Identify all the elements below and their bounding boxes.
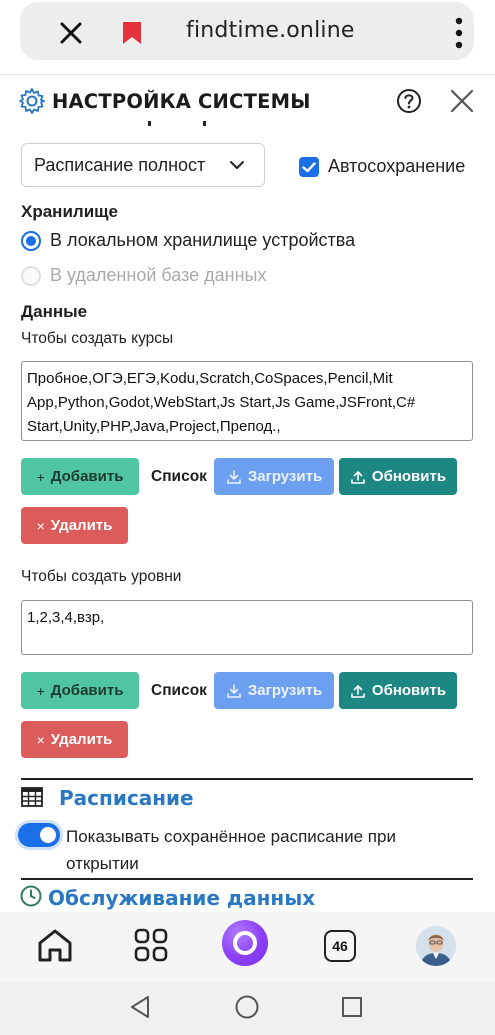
show-saved-toggle[interactable] <box>18 823 60 847</box>
clipped-text-fragment <box>148 121 206 126</box>
autosave-label[interactable]: Автосохранение <box>328 156 465 177</box>
plus-icon: + <box>36 468 45 485</box>
divider <box>21 878 473 880</box>
upload-icon <box>351 684 365 698</box>
data-heading: Данные <box>21 302 88 321</box>
maintenance-heading: Обслуживание данных <box>48 886 316 910</box>
levels-label: Чтобы создать уровни <box>21 568 182 585</box>
course-list-label: Список <box>151 468 207 485</box>
storage-remote-label[interactable]: В удаленной базе данных <box>50 265 266 286</box>
download-icon <box>227 469 241 484</box>
update-level-button[interactable]: Обновить <box>339 672 457 709</box>
delete-level-button[interactable]: × Удалить <box>21 721 128 758</box>
show-saved-label[interactable]: Показывать сохранённое расписание при от… <box>66 823 456 877</box>
divider <box>21 778 473 780</box>
url-text[interactable]: findtime.online <box>186 18 355 43</box>
delete-course-label: Удалить <box>50 517 113 534</box>
schedule-heading: Расписание <box>59 786 194 810</box>
add-course-label: Добавить <box>50 468 124 485</box>
courses-textarea[interactable]: Пробное,ОГЭ,ЕГЭ,Kodu,Scratch,CoSpaces,Pe… <box>21 361 473 441</box>
storage-local-label[interactable]: В локальном хранилище устройства <box>50 230 355 251</box>
load-course-button[interactable]: Загрузить <box>214 458 334 495</box>
upload-icon <box>351 470 365 484</box>
bookmark-icon[interactable] <box>120 20 144 46</box>
system-nav-bar <box>0 982 495 1035</box>
avatar[interactable] <box>416 926 456 966</box>
close-panel-icon[interactable] <box>448 87 476 115</box>
storage-local-radio[interactable] <box>21 231 41 251</box>
back-icon[interactable] <box>128 994 152 1020</box>
level-list-label: Список <box>151 682 207 699</box>
voice-assistant-icon[interactable] <box>222 920 268 966</box>
x-icon: × <box>36 517 45 534</box>
help-icon[interactable] <box>396 88 422 114</box>
load-level-button[interactable]: Загрузить <box>214 672 334 709</box>
mode-select-value: Расписание полност <box>34 155 206 175</box>
delete-course-button[interactable]: × Удалить <box>21 507 128 544</box>
more-menu-icon[interactable] <box>448 16 470 50</box>
settings-panel: НАСТРОЙКА СИСТЕМЫ Расписание полност Авт… <box>0 74 495 912</box>
plus-icon: + <box>36 682 45 699</box>
add-level-button[interactable]: + Добавить <box>21 672 139 709</box>
table-icon <box>21 787 43 807</box>
profile-photo <box>416 926 456 966</box>
chevron-down-icon <box>230 161 244 169</box>
address-bar[interactable]: findtime.online <box>20 2 474 60</box>
update-course-button[interactable]: Обновить <box>339 458 457 495</box>
delete-level-label: Удалить <box>50 731 113 748</box>
check-icon <box>302 162 316 173</box>
clock-icon <box>20 885 42 907</box>
add-level-label: Добавить <box>50 682 124 699</box>
load-level-label: Загрузить <box>247 682 323 699</box>
courses-label: Чтобы создать курсы <box>21 330 174 347</box>
panel-title: НАСТРОЙКА СИСТЕМЫ <box>52 90 311 113</box>
browser-bottom-nav: 46 <box>0 912 495 982</box>
recent-apps-icon[interactable] <box>341 996 363 1018</box>
apps-grid-icon[interactable] <box>134 928 168 962</box>
system-home-icon[interactable] <box>234 994 260 1020</box>
gear-icon <box>19 88 45 114</box>
add-course-button[interactable]: + Добавить <box>21 458 139 495</box>
update-level-label: Обновить <box>371 682 447 699</box>
close-icon[interactable] <box>56 18 86 48</box>
load-course-label: Загрузить <box>247 468 323 485</box>
update-course-label: Обновить <box>371 468 447 485</box>
storage-remote-radio[interactable] <box>21 266 41 286</box>
browser-top-bar: findtime.online <box>0 0 495 78</box>
panel-header: НАСТРОЙКА СИСТЕМЫ <box>18 87 478 117</box>
x-icon: × <box>36 731 45 748</box>
tabs-counter[interactable]: 46 <box>324 930 356 962</box>
autosave-checkbox[interactable] <box>299 157 319 177</box>
mode-select[interactable]: Расписание полност <box>21 143 265 187</box>
storage-heading: Хранилище <box>21 202 118 221</box>
download-icon <box>227 683 241 698</box>
levels-textarea[interactable]: 1,2,3,4,взр, <box>21 600 473 655</box>
home-icon[interactable] <box>36 928 74 964</box>
